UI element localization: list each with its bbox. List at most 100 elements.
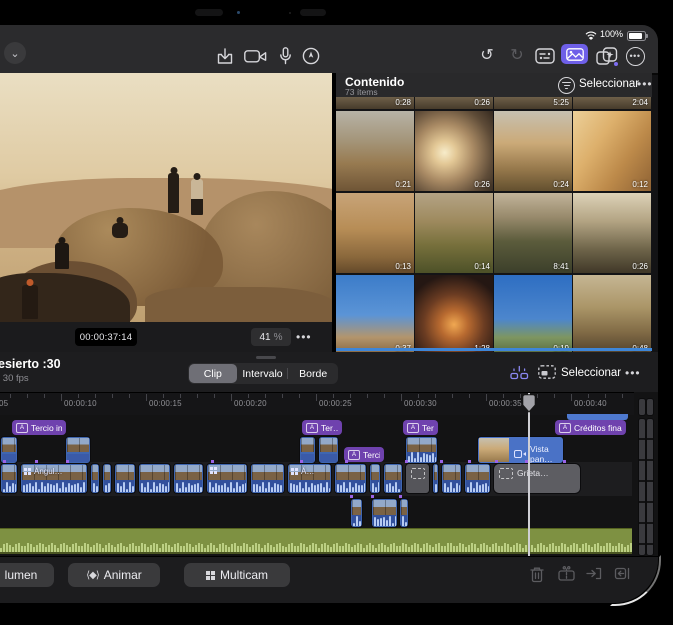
viewer-preview[interactable] (0, 73, 332, 322)
clip-duration: 2:04 (632, 98, 648, 107)
vista-clip[interactable]: Vista pan… (477, 436, 564, 464)
edit-mode-segmented-control[interactable]: Clip Intervalo Borde (188, 363, 338, 384)
storyline-clip[interactable] (250, 463, 285, 494)
ellipsis-icon: ••• (296, 330, 312, 344)
placeholder-clip-label: Grieta… (517, 468, 549, 478)
browser-more-button[interactable]: ••• (637, 77, 652, 91)
top-toolbar: 100% ⌄ ↺ ↻ ••• (0, 25, 658, 75)
filter-button[interactable] (558, 77, 575, 94)
media-thumbnail[interactable]: 8:41 (494, 193, 572, 273)
timeline-ruler[interactable]: 05 00:00:10 00:00:15 00:00:20 00:00:25 00:00:… (0, 392, 634, 415)
timeline-overview-icon[interactable] (538, 365, 556, 379)
segment-intervalo[interactable]: Intervalo (239, 364, 287, 383)
media-browser-button[interactable] (561, 44, 588, 64)
media-thumbnail[interactable]: 0:21 (336, 111, 414, 191)
connected-clip[interactable] (405, 436, 438, 464)
redo-button[interactable]: ↻ (504, 45, 530, 67)
record-audio-button[interactable] (272, 45, 298, 67)
insert-clip-button[interactable] (586, 566, 606, 586)
playhead-handle[interactable] (522, 394, 536, 413)
media-thumbnail[interactable]: 2:04 (573, 97, 651, 109)
title-badge: A (16, 422, 28, 433)
connected-clip[interactable] (318, 436, 339, 464)
media-thumbnail[interactable]: 1:28 (415, 275, 493, 355)
more-button[interactable]: ••• (622, 45, 648, 67)
record-video-button[interactable] (242, 45, 268, 67)
media-thumbnail[interactable]: 0:37 (336, 275, 414, 355)
connected-below-clip[interactable] (350, 498, 363, 528)
button-multicam[interactable]: Multicam (184, 563, 290, 587)
connection-dot (495, 460, 498, 463)
storyline-clip[interactable]: Ángul… (20, 463, 88, 494)
title-clip[interactable]: ATercio in… (12, 420, 66, 435)
storyline-clip[interactable] (432, 463, 439, 494)
button-lumen[interactable]: lumen (0, 563, 54, 587)
button-animar[interactable]: ⟨◆⟩ Animar (68, 563, 160, 587)
storyline-clip[interactable] (114, 463, 136, 494)
title-clip[interactable]: ATercio… (344, 447, 384, 462)
track-scrollbar-top-left[interactable] (638, 398, 646, 416)
zoom-level-button[interactable]: 41 % (251, 328, 291, 346)
media-thumbnail[interactable]: 5:25 (494, 97, 572, 109)
track-scrollbar-top-right[interactable] (646, 398, 654, 416)
track-scrollbar-left[interactable] (638, 418, 646, 556)
title-clip[interactable]: ATer… (403, 420, 438, 435)
effects-button[interactable] (594, 45, 620, 67)
undo-button[interactable]: ↺ (474, 45, 500, 67)
media-thumbnail[interactable]: 0:26 (415, 97, 493, 109)
storyline-clip[interactable] (102, 463, 112, 494)
clip-waveform (434, 480, 437, 492)
storyline-clip[interactable] (138, 463, 171, 494)
music-track[interactable] (0, 528, 632, 554)
clip-thumbnail (301, 438, 314, 453)
title-clip[interactable]: ACréditos finales (555, 420, 626, 435)
overwrite-clip-button[interactable] (614, 566, 634, 586)
placeholder-clip[interactable]: G (405, 463, 430, 494)
title-clip[interactable]: ATer… (302, 420, 342, 435)
storyline-clip[interactable] (0, 463, 18, 494)
storyline-clip[interactable] (334, 463, 367, 494)
media-thumbnail[interactable]: 0:13 (336, 193, 414, 273)
media-thumbnail[interactable]: 0:12 (573, 111, 651, 191)
delete-button[interactable] (529, 566, 549, 586)
browser-select-button[interactable]: Seleccionar (579, 78, 639, 90)
track-scrollbar-right[interactable] (646, 418, 654, 556)
clip-waveform (22, 480, 86, 492)
split-clip-button[interactable] (558, 566, 578, 586)
clip-thumbnail (479, 438, 509, 462)
segment-clip[interactable]: Clip (189, 364, 237, 383)
pencil-tool-button[interactable] (298, 45, 324, 67)
segment-borde[interactable]: Borde (289, 364, 337, 383)
clip-thumbnail (443, 465, 460, 481)
storyline-clip[interactable]: Á… (287, 463, 332, 494)
media-thumbnail[interactable]: 0:28 (336, 97, 414, 109)
storyline-clip[interactable] (369, 463, 381, 494)
media-thumbnail[interactable]: 0:14 (415, 193, 493, 273)
connected-below-clip[interactable] (371, 498, 398, 528)
collapse-chevron-button[interactable]: ⌄ (4, 42, 26, 64)
battery-percent: 100% (600, 29, 624, 39)
ruler-label: 00:00:10 (64, 399, 97, 408)
placeholder-clip[interactable]: Grieta… (493, 463, 581, 494)
storyline-clip[interactable] (90, 463, 100, 494)
storyline-clip[interactable] (173, 463, 204, 494)
storyline-clip[interactable] (464, 463, 491, 494)
ipad-screenshot: 100% ⌄ ↺ ↻ ••• 00:00:37:14 41 % ••• Cont… (0, 0, 673, 625)
storyline-clip[interactable] (383, 463, 403, 494)
inspector-button[interactable] (532, 45, 558, 67)
media-thumbnail[interactable]: 0:26 (573, 193, 651, 273)
media-thumbnail[interactable]: 0:26 (415, 111, 493, 191)
timeline-more-button[interactable]: ••• (625, 366, 641, 380)
storyline-clip[interactable] (206, 463, 248, 494)
import-button[interactable] (212, 45, 238, 67)
timeline-drag-handle[interactable] (256, 356, 276, 359)
timeline-select-button[interactable]: Seleccionar (561, 367, 621, 379)
media-thumbnail[interactable]: 0:48 (573, 275, 651, 355)
viewer-more-button[interactable]: ••• (296, 330, 312, 344)
connected-below-clip[interactable] (399, 498, 409, 528)
timeline-tracks: ATercio in… ATer… ATer… ACréditos finales AT… (0, 414, 634, 556)
media-thumbnail[interactable]: 0:19 (494, 275, 572, 355)
media-thumbnail[interactable]: 0:24 (494, 111, 572, 191)
storyline-clip[interactable] (441, 463, 462, 494)
connect-clip-icon[interactable] (510, 365, 529, 380)
